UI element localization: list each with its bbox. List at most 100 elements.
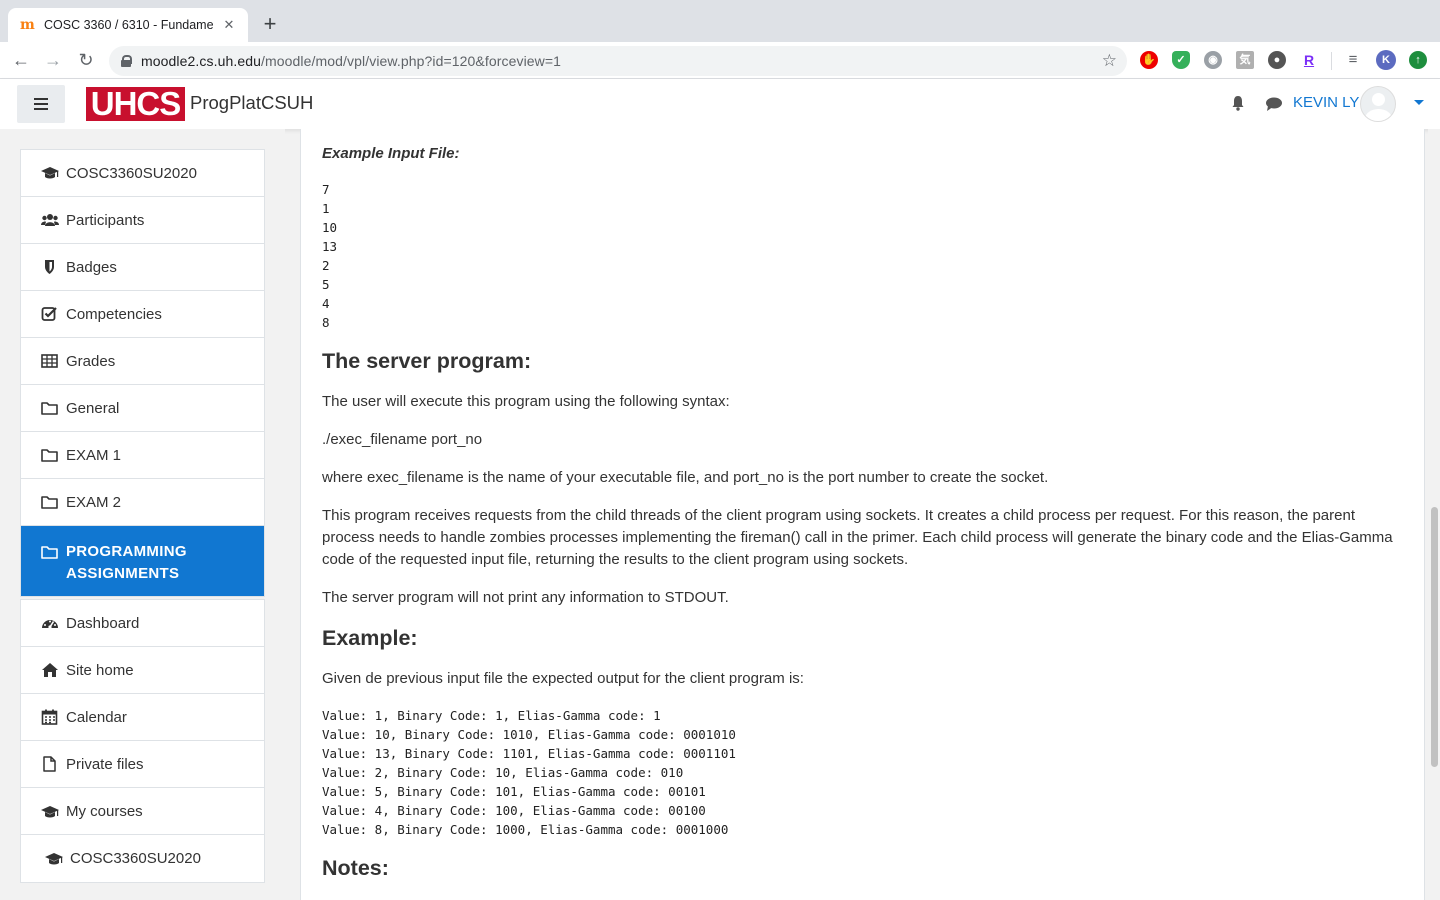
update-icon[interactable]: ↑ bbox=[1409, 51, 1427, 69]
sidebar-item-label: Grades bbox=[66, 352, 116, 370]
sidebar-item-general[interactable]: General bbox=[21, 385, 264, 432]
tab-title: COSC 3360 / 6310 - Fundame bbox=[44, 18, 214, 32]
my-courses-nav-group: COSC3360SU2020 bbox=[20, 834, 265, 883]
back-arrow-icon[interactable]: ← bbox=[9, 48, 33, 72]
site-header: UHCS ProgPlatCSUH KEVIN LY bbox=[0, 79, 1440, 129]
sidebar-item-label: My courses bbox=[66, 803, 143, 820]
notes-heading: Notes: bbox=[322, 856, 389, 880]
example-input-label: Example Input File: bbox=[322, 145, 460, 162]
kanji-extension-icon[interactable]: 気 bbox=[1236, 51, 1254, 69]
profile-icon[interactable]: K bbox=[1376, 50, 1396, 70]
moodle-favicon-icon: m bbox=[20, 17, 35, 33]
server-program-heading: The server program: bbox=[322, 349, 532, 373]
sidebar-item-private-files[interactable]: Private files bbox=[21, 741, 264, 788]
file-icon bbox=[43, 756, 56, 772]
sidebar-item-label: Participants bbox=[66, 211, 145, 229]
calendar-icon bbox=[41, 709, 58, 725]
sidebar-item-label: Site home bbox=[66, 661, 134, 679]
sidebar-item-my-courses[interactable]: My courses bbox=[21, 788, 264, 835]
tachometer-icon bbox=[42, 620, 58, 629]
new-tab-button[interactable]: + bbox=[258, 13, 282, 37]
bell-icon[interactable] bbox=[1230, 95, 1246, 111]
stdout-paragraph: The server program will not print any in… bbox=[322, 589, 729, 606]
sidebar-item-label: Calendar bbox=[66, 708, 127, 726]
example-input-block: 7 1 10 13 2 5 4 8 bbox=[322, 182, 338, 330]
graduation-cap-icon bbox=[45, 852, 63, 864]
scrollbar-thumb[interactable] bbox=[1431, 507, 1438, 767]
site-nav-group: Dashboard Site home Calendar Private fil… bbox=[20, 599, 265, 836]
sidebar-item-label: COSC3360SU2020 bbox=[70, 850, 201, 867]
sidebar-item-label: COSC3360SU2020 bbox=[66, 164, 197, 182]
main-content: Example Input File: 7 1 10 13 2 5 4 8 Th… bbox=[300, 129, 1425, 900]
sidebar-item-label: Competencies bbox=[66, 305, 162, 323]
folder-icon bbox=[41, 496, 58, 509]
receives-paragraph: This program receives requests from the … bbox=[322, 507, 1393, 568]
sidebar-item-exam-1[interactable]: EXAM 1 bbox=[21, 432, 264, 479]
sidebar-item-programming-assignments[interactable]: PROGRAMMING ASSIGNMENTS bbox=[21, 526, 264, 596]
user-menu-caret-icon[interactable] bbox=[1414, 100, 1424, 105]
adblock-icon[interactable]: ✋ bbox=[1140, 51, 1158, 69]
sidebar-item-label: Private files bbox=[66, 755, 144, 773]
sidebar-item-course[interactable]: COSC3360SU2020 bbox=[21, 150, 264, 197]
reload-icon[interactable]: ↻ bbox=[74, 48, 98, 72]
check-square-icon bbox=[41, 307, 57, 321]
hamburger-line bbox=[34, 108, 48, 110]
sidebar-item-label: EXAM 2 bbox=[66, 493, 122, 511]
example-output-block: Value: 1, Binary Code: 1, Elias-Gamma co… bbox=[322, 708, 736, 837]
sidebar-item-site-home[interactable]: Site home bbox=[21, 647, 264, 694]
hamburger-line bbox=[34, 103, 48, 105]
shield-extension-icon[interactable]: ✓ bbox=[1172, 51, 1190, 69]
shield-icon bbox=[45, 260, 54, 274]
where-paragraph: where exec_filename is the name of your … bbox=[322, 469, 1049, 486]
browser-toolbar: ← → ↻ moodle2.cs.uh.edu/moodle/mod/vpl/v… bbox=[0, 42, 1440, 79]
site-name[interactable]: ProgPlatCSUH bbox=[190, 92, 313, 114]
discord-icon[interactable]: ◉ bbox=[1204, 51, 1222, 69]
table-icon bbox=[41, 354, 58, 368]
folder-icon bbox=[41, 402, 58, 415]
sidebar-item-calendar[interactable]: Calendar bbox=[21, 694, 264, 741]
user-name[interactable]: KEVIN LY bbox=[1293, 94, 1359, 111]
avatar[interactable] bbox=[1360, 86, 1396, 122]
toolbar-separator bbox=[1331, 52, 1332, 70]
example-heading: Example: bbox=[322, 626, 418, 650]
folder-icon bbox=[41, 546, 58, 559]
graduation-cap-icon bbox=[41, 167, 59, 179]
graduation-cap-icon bbox=[41, 805, 59, 817]
address-bar[interactable]: moodle2.cs.uh.edu/moodle/mod/vpl/view.ph… bbox=[109, 46, 1127, 76]
sidebar: COSC3360SU2020 Participants Badges Compe… bbox=[0, 129, 285, 900]
command-paragraph: ./exec_filename port_no bbox=[322, 431, 483, 448]
sidebar-item-dashboard[interactable]: Dashboard bbox=[21, 600, 264, 647]
url-host: moodle2.cs.uh.edu bbox=[141, 53, 262, 69]
site-logo[interactable]: UHCS bbox=[86, 87, 185, 121]
browser-tabbar: m COSC 3360 / 6310 - Fundame ✕ + bbox=[0, 0, 1440, 42]
sidebar-item-my-course[interactable]: COSC3360SU2020 bbox=[21, 835, 264, 882]
given-paragraph: Given de previous input file the expecte… bbox=[322, 670, 804, 687]
sidebar-item-competencies[interactable]: Competencies bbox=[21, 291, 264, 338]
chat-icon[interactable] bbox=[1265, 96, 1283, 112]
lock-icon bbox=[121, 55, 132, 67]
sidebar-item-label: Badges bbox=[66, 258, 117, 276]
sidebar-item-label: Dashboard bbox=[66, 614, 140, 632]
folder-icon bbox=[41, 449, 58, 462]
sidebar-item-participants[interactable]: Participants bbox=[21, 197, 264, 244]
bookmark-star-icon[interactable]: ☆ bbox=[1102, 51, 1117, 71]
url-path: /moodle/mod/vpl/view.php?id=120&forcevie… bbox=[261, 53, 562, 69]
hamburger-line bbox=[34, 98, 48, 100]
browser-tab-active[interactable]: m COSC 3360 / 6310 - Fundame ✕ bbox=[8, 8, 248, 42]
sidebar-item-badges[interactable]: Badges bbox=[21, 244, 264, 291]
sidebar-item-label: PROGRAMMING ASSIGNMENTS bbox=[66, 543, 187, 582]
sidebar-item-exam-2[interactable]: EXAM 2 bbox=[21, 479, 264, 526]
sidebar-item-label: EXAM 1 bbox=[66, 446, 122, 464]
menu-toggle-button[interactable] bbox=[17, 85, 65, 123]
home-icon bbox=[42, 663, 58, 677]
sidebar-item-grades[interactable]: Grades bbox=[21, 338, 264, 385]
r-extension-icon[interactable]: R bbox=[1300, 51, 1318, 69]
course-nav-group: COSC3360SU2020 Participants Badges Compe… bbox=[20, 149, 265, 597]
syntax-paragraph: The user will execute this program using… bbox=[322, 393, 730, 410]
url-text: moodle2.cs.uh.edu/moodle/mod/vpl/view.ph… bbox=[141, 53, 561, 69]
close-icon[interactable]: ✕ bbox=[220, 16, 238, 34]
circle-extension-icon[interactable]: ● bbox=[1268, 51, 1286, 69]
page-scrollbar[interactable] bbox=[1428, 129, 1440, 900]
forward-arrow-icon[interactable]: → bbox=[41, 48, 65, 72]
playlist-icon[interactable]: ≡ bbox=[1344, 51, 1362, 69]
